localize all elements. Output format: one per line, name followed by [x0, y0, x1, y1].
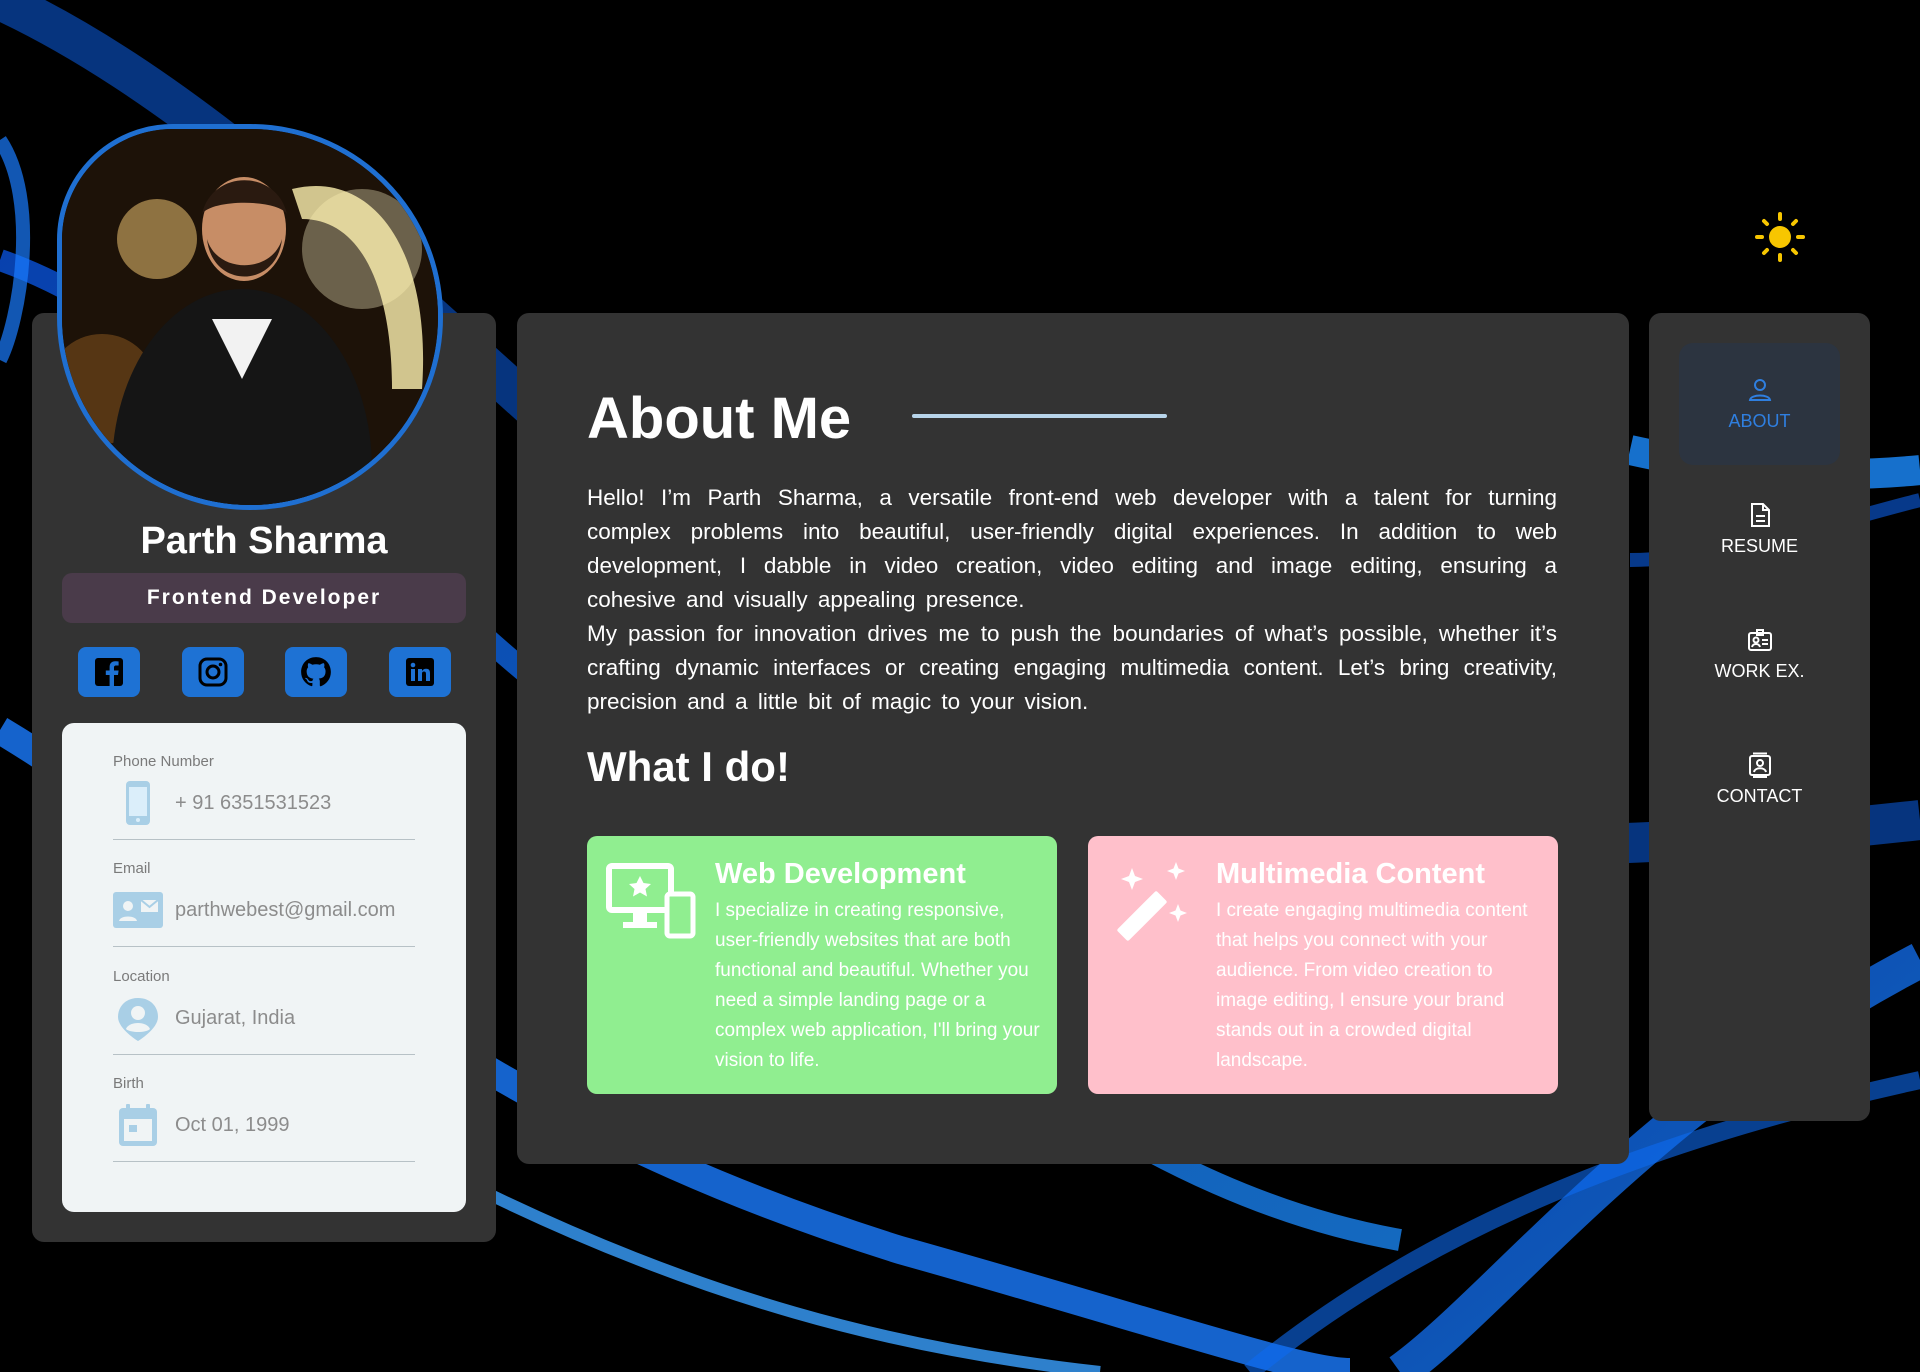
- main-panel: About Me Hello! I’m Parth Sharma, a vers…: [517, 313, 1629, 1164]
- document-icon: [1750, 502, 1770, 527]
- phone-value: + 91 6351531523: [175, 792, 332, 814]
- calendar-icon: [113, 1100, 163, 1150]
- avatar: [57, 124, 443, 510]
- contact-label: Location: [113, 968, 170, 985]
- devices-icon: [605, 858, 697, 950]
- linkedin-button[interactable]: [388, 647, 451, 697]
- service-description: I create engaging multimedia content tha…: [1216, 900, 1528, 1071]
- user-icon: [1748, 378, 1771, 401]
- contact-card-icon: [1748, 752, 1771, 778]
- service-title: Web Development: [715, 858, 966, 890]
- profile-name: Parth Sharma: [140, 520, 388, 562]
- phone-icon: [113, 778, 163, 828]
- title-underline: [912, 414, 1167, 418]
- nav-label: CONTACT: [1716, 785, 1803, 806]
- about-paragraph: My passion for innovation drives me to p…: [587, 621, 1557, 714]
- side-navigation: ABOUT RESUME WORK EX. CONTACT: [1649, 313, 1870, 1121]
- nav-contact[interactable]: CONTACT: [1679, 718, 1840, 840]
- contact-email: Email parthwebest@gmail.com: [113, 860, 415, 947]
- magic-wand-icon: [1106, 858, 1198, 950]
- email-value: parthwebest@gmail.com: [175, 899, 396, 921]
- about-paragraph: Hello! I’m Parth Sharma, a versatile fro…: [587, 485, 1557, 612]
- nav-label: RESUME: [1720, 535, 1798, 556]
- service-card-web-development: Web Development I specialize in creating…: [587, 836, 1057, 1094]
- nav-label: WORK EX.: [1714, 660, 1805, 681]
- nav-resume[interactable]: RESUME: [1679, 468, 1840, 590]
- linkedin-icon: [405, 658, 434, 686]
- contact-label: Phone Number: [113, 753, 214, 770]
- job-title-badge: Frontend Developer: [62, 573, 466, 623]
- facebook-button[interactable]: [78, 647, 140, 697]
- contact-birth: Birth Oct 01, 1999: [113, 1075, 415, 1162]
- services-heading: What I do!: [587, 743, 790, 790]
- instagram-button[interactable]: [181, 647, 244, 697]
- nav-label: ABOUT: [1728, 410, 1791, 431]
- github-button[interactable]: [285, 647, 348, 697]
- contact-label: Birth: [113, 1075, 144, 1092]
- id-badge-icon: [1747, 628, 1772, 651]
- contact-label: Email: [113, 860, 151, 877]
- instagram-icon: [198, 657, 228, 687]
- github-icon: [301, 657, 332, 687]
- service-title: Multimedia Content: [1216, 858, 1486, 890]
- birth-value: Oct 01, 1999: [175, 1114, 290, 1136]
- location-user-icon: [113, 993, 163, 1043]
- service-description: I specialize in creating responsive, use…: [715, 900, 1040, 1071]
- nav-about[interactable]: ABOUT: [1679, 343, 1840, 465]
- nav-work-experience[interactable]: WORK EX.: [1679, 593, 1840, 715]
- page-title: About Me: [587, 386, 852, 451]
- service-card-multimedia: Multimedia Content I create engaging mul…: [1088, 836, 1558, 1094]
- facebook-icon: [95, 658, 123, 686]
- sun-icon[interactable]: [1754, 211, 1806, 263]
- location-value: Gujarat, India: [175, 1007, 296, 1029]
- email-card-icon: [113, 885, 163, 935]
- contact-phone: Phone Number + 91 6351531523: [113, 753, 415, 840]
- about-text: Hello! I’m Parth Sharma, a versatile fro…: [587, 481, 1557, 719]
- social-links: [78, 647, 451, 697]
- contact-location: Location Gujarat, India: [113, 968, 415, 1055]
- contact-info-card: Phone Number + 91 6351531523 Email parth…: [62, 723, 466, 1212]
